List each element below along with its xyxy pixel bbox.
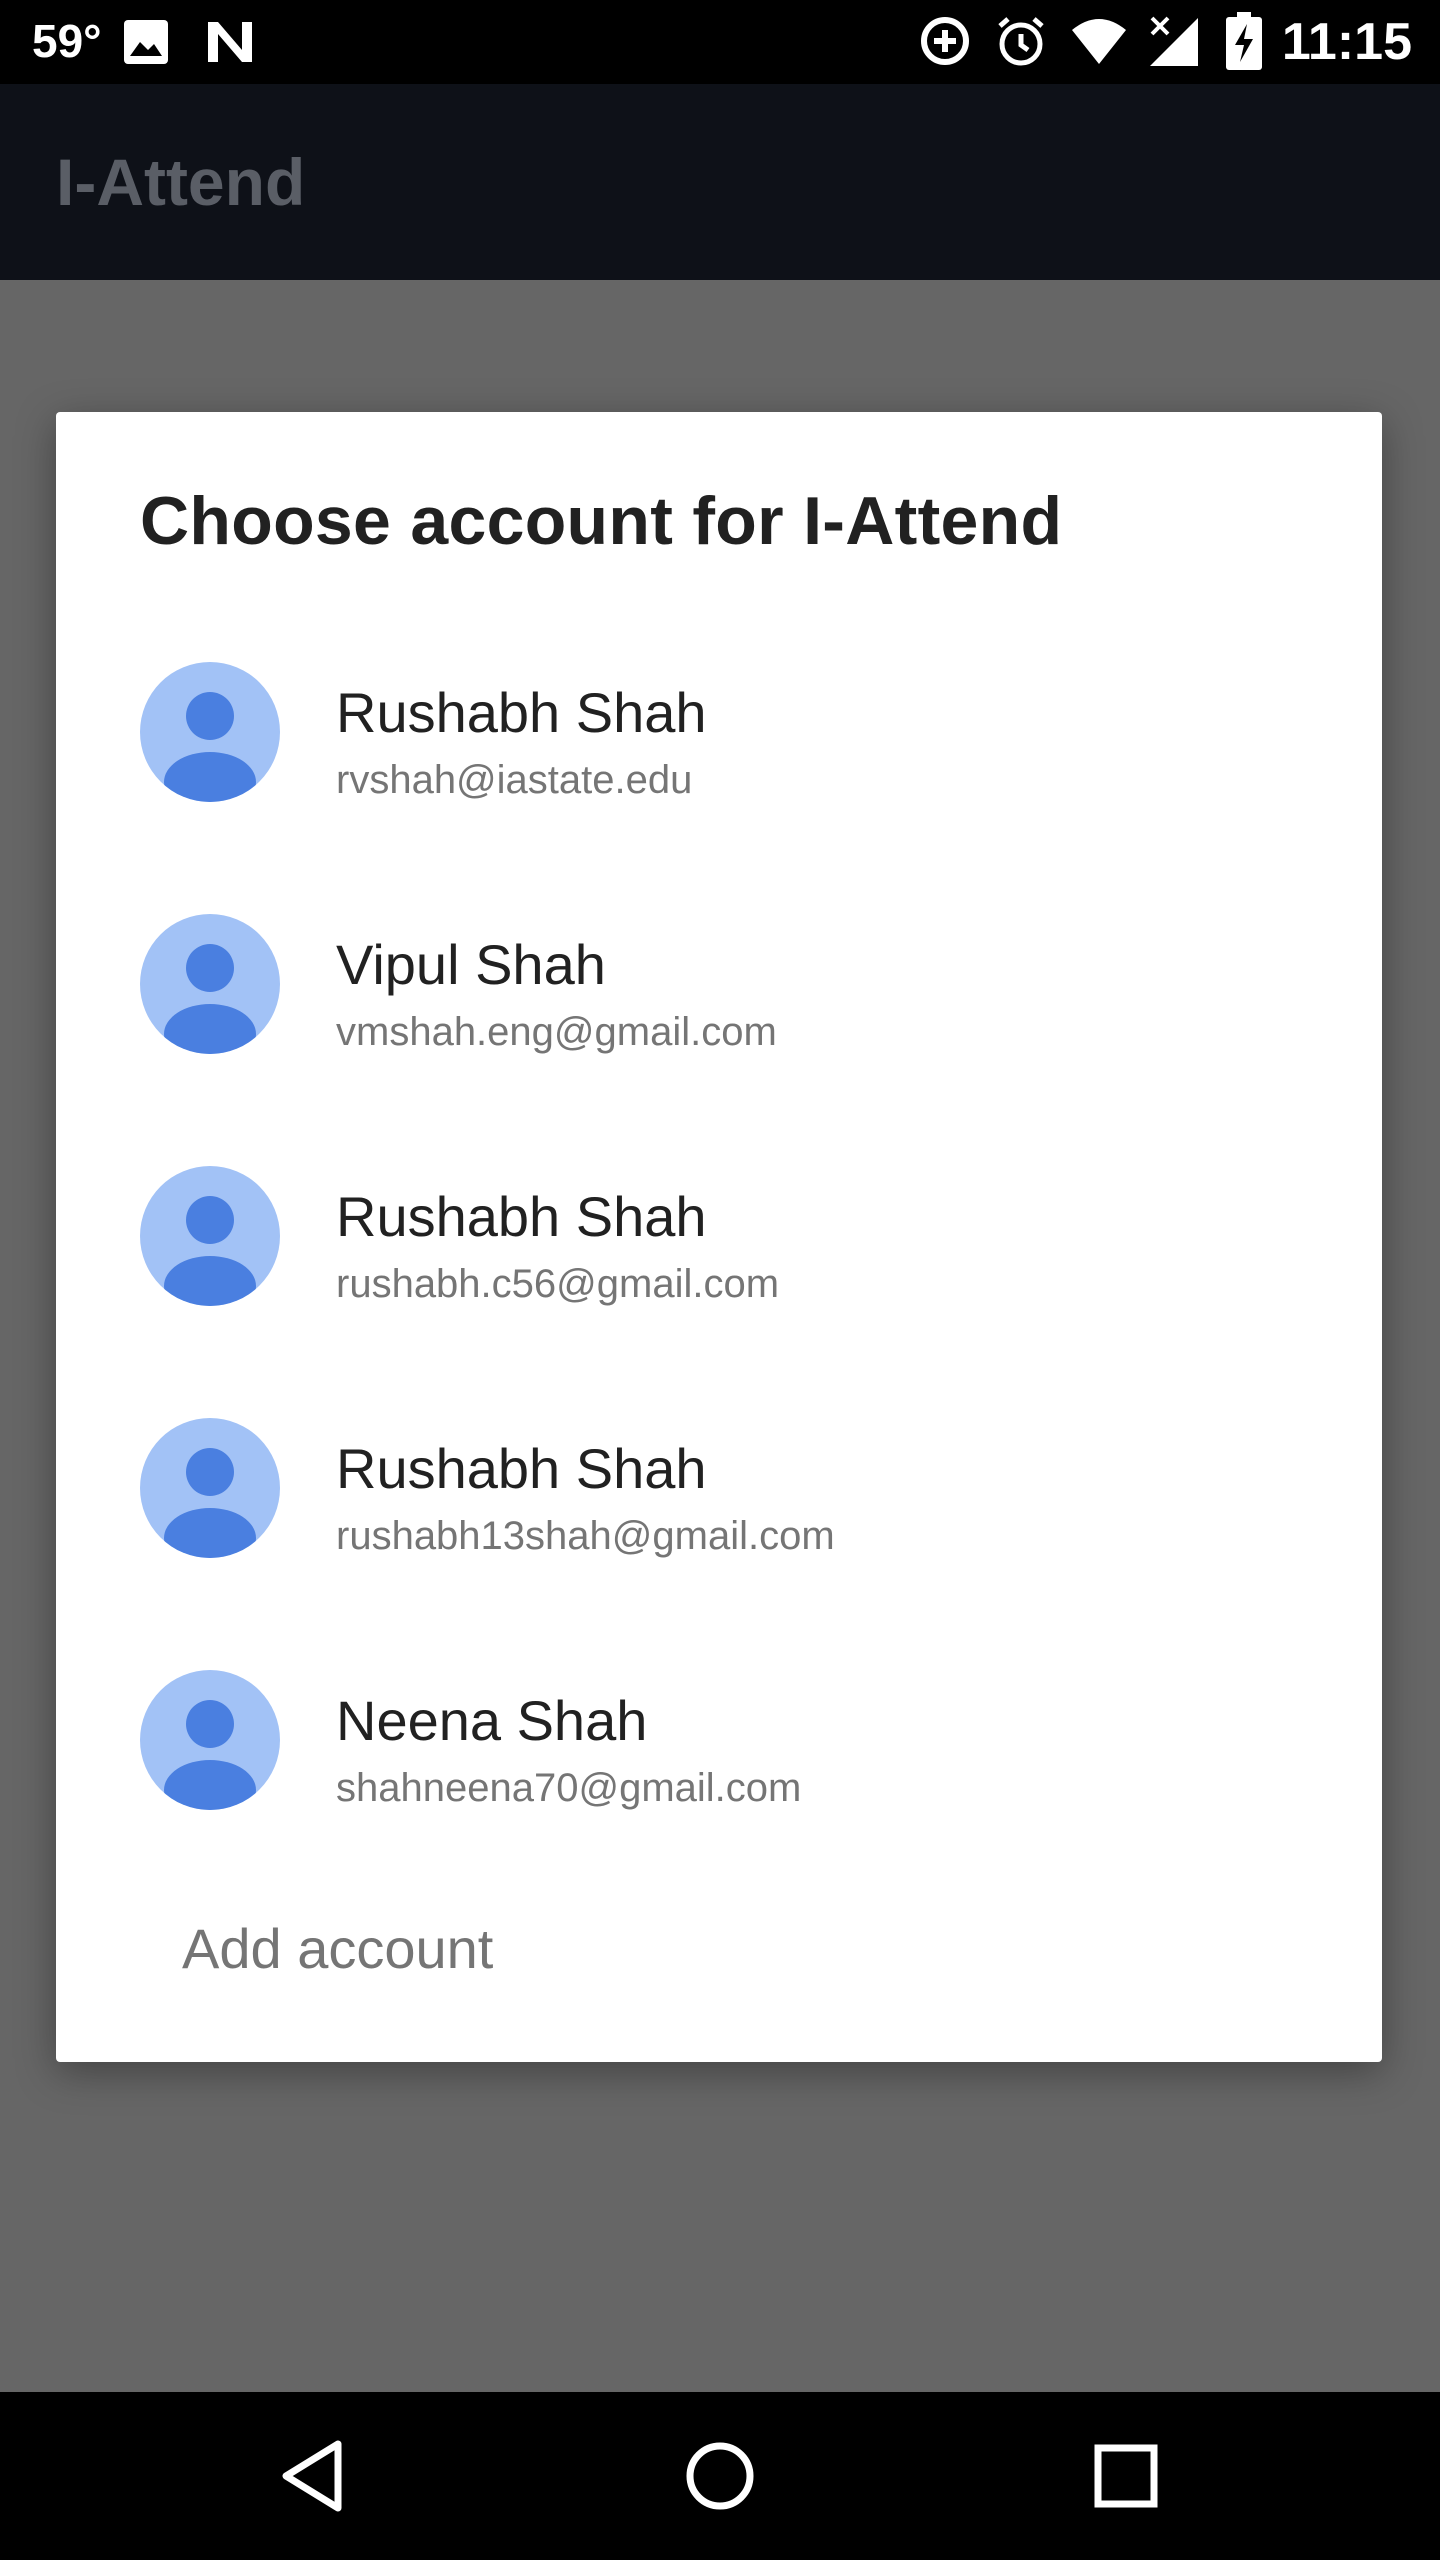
account-email: shahneena70@gmail.com bbox=[336, 1766, 802, 1810]
alarm-icon bbox=[994, 14, 1048, 73]
avatar-icon bbox=[140, 662, 280, 802]
home-icon[interactable] bbox=[680, 2436, 760, 2516]
account-item[interactable]: Rushabh Shah rushabh.c56@gmail.com bbox=[56, 1144, 1382, 1396]
add-account-button[interactable]: Add account bbox=[182, 1916, 493, 1981]
account-name: Vipul Shah bbox=[336, 933, 606, 996]
account-name: Rushabh Shah bbox=[336, 1185, 707, 1248]
account-email: rvshah@iastate.edu bbox=[336, 758, 693, 802]
avatar-icon bbox=[140, 1670, 280, 1810]
navigation-bar bbox=[0, 2392, 1440, 2560]
temperature-label: 59° bbox=[32, 15, 102, 67]
avatar-icon bbox=[140, 1418, 280, 1558]
recents-icon[interactable] bbox=[1086, 2436, 1166, 2516]
account-name: Rushabh Shah bbox=[336, 1437, 707, 1500]
account-name: Rushabh Shah bbox=[336, 681, 707, 744]
battery-charging-icon bbox=[1226, 12, 1262, 75]
clock: 11:15 bbox=[1281, 13, 1412, 71]
avatar-icon bbox=[140, 1166, 280, 1306]
data-saver-icon bbox=[918, 14, 972, 73]
account-item[interactable]: Rushabh Shah rushabh13shah@gmail.com bbox=[56, 1396, 1382, 1648]
account-list: Rushabh Shah rvshah@iastate.edu Vipul Sh… bbox=[56, 640, 1382, 1900]
account-item[interactable]: Rushabh Shah rvshah@iastate.edu bbox=[56, 640, 1382, 892]
account-chooser-dialog: Choose account for I-Attend Rushabh Shah… bbox=[56, 412, 1382, 2062]
account-item[interactable]: Neena Shah shahneena70@gmail.com bbox=[56, 1648, 1382, 1900]
account-email: rushabh.c56@gmail.com bbox=[336, 1262, 780, 1306]
app-bar: I-Attend bbox=[0, 84, 1440, 280]
wifi-icon bbox=[1070, 16, 1128, 71]
avatar-icon bbox=[140, 914, 280, 1054]
signal-icon bbox=[1148, 14, 1200, 73]
account-email: vmshah.eng@gmail.com bbox=[336, 1010, 777, 1054]
dialog-title: Choose account for I-Attend bbox=[140, 483, 1063, 559]
account-name: Neena Shah bbox=[336, 1689, 648, 1752]
back-icon[interactable] bbox=[276, 2436, 356, 2516]
account-item[interactable]: Vipul Shah vmshah.eng@gmail.com bbox=[56, 892, 1382, 1144]
image-icon bbox=[122, 18, 170, 71]
n-logo-icon bbox=[204, 18, 256, 71]
status-bar: 59° 11:15 bbox=[0, 0, 1440, 84]
account-email: rushabh13shah@gmail.com bbox=[336, 1514, 835, 1558]
app-title: I-Attend bbox=[56, 145, 306, 219]
